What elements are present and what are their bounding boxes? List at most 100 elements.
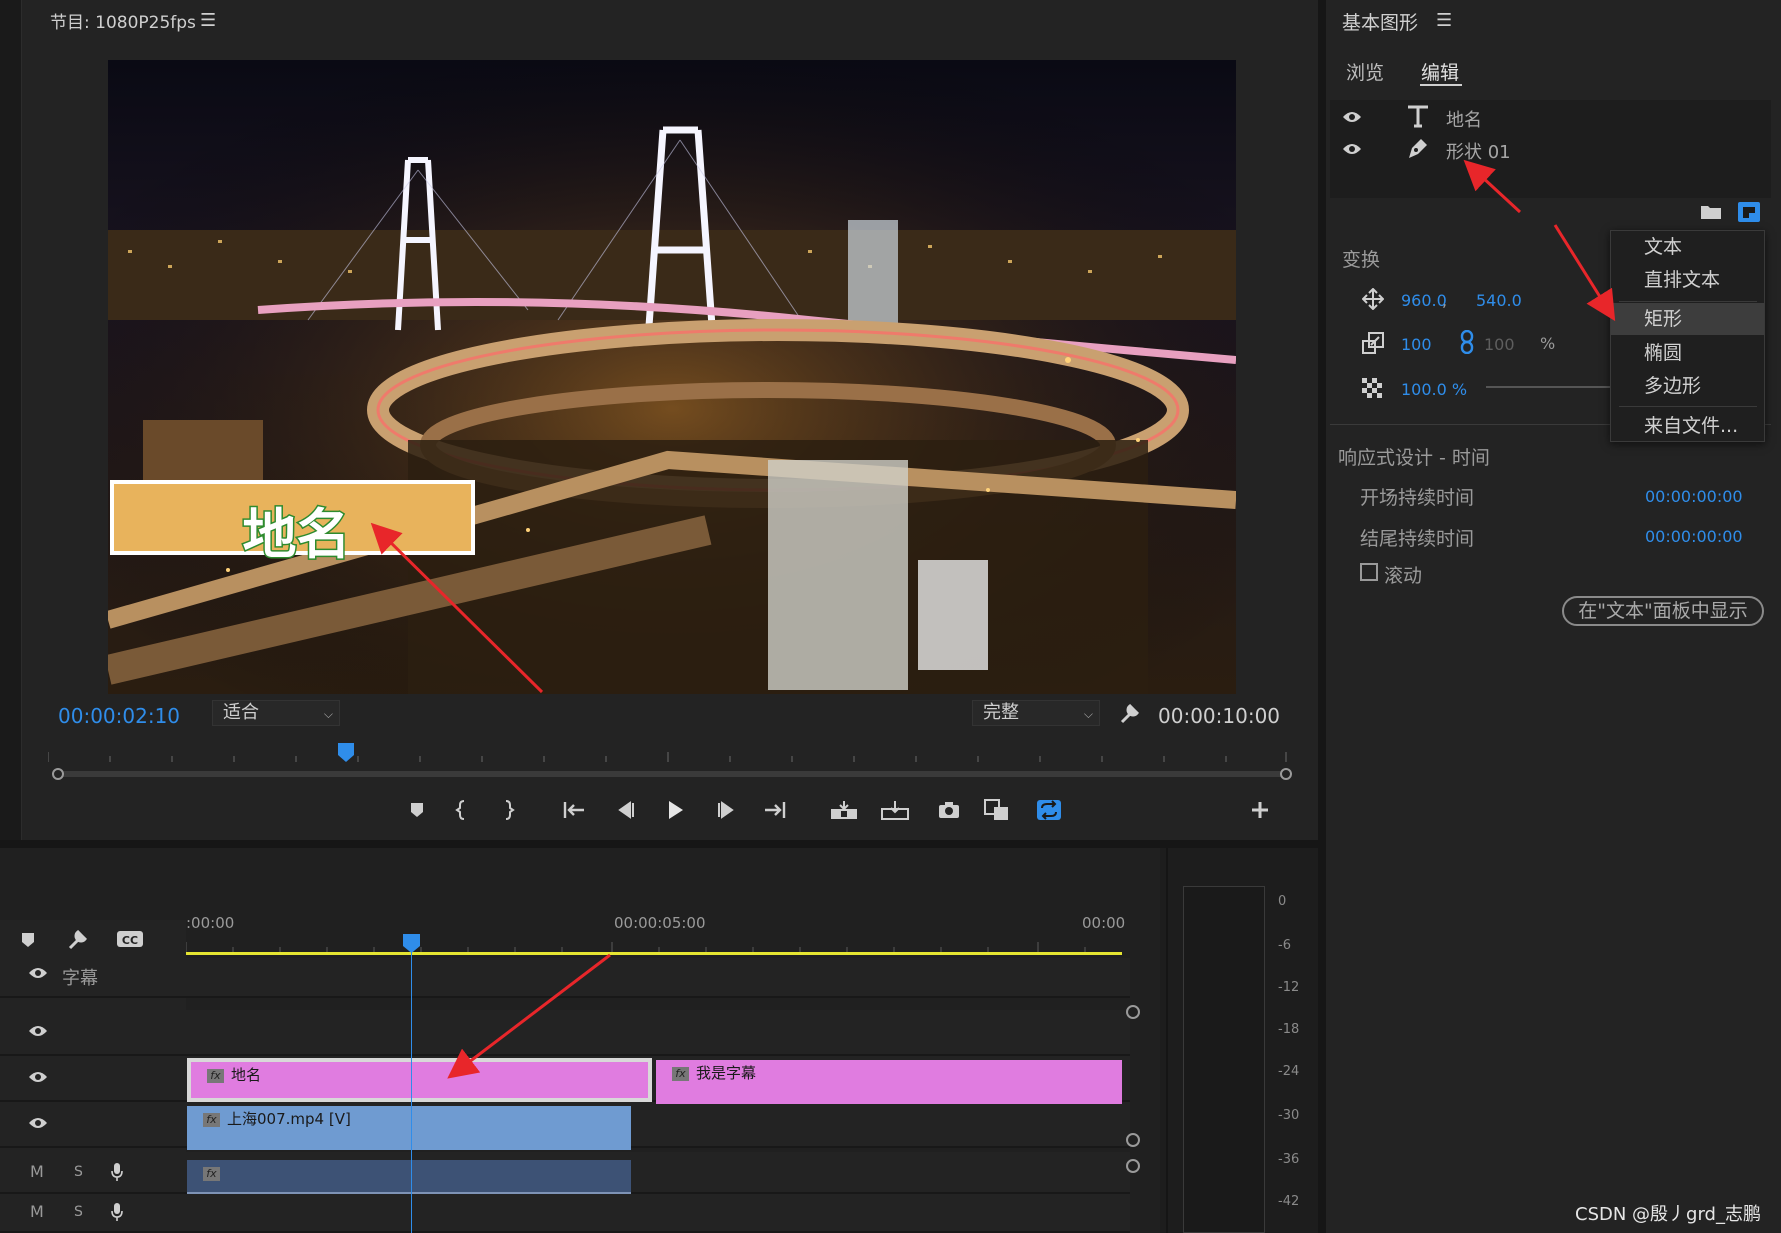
subtitle-clip[interactable]: fx 我是字幕: [656, 1060, 1122, 1104]
insert-button[interactable]: [829, 798, 859, 822]
go-to-out-icon: [765, 802, 786, 818]
timeline-settings-wrench-icon[interactable]: [66, 928, 90, 950]
monitor-time-ruler[interactable]: [48, 748, 1288, 762]
db-label: -42: [1278, 1194, 1300, 1209]
add-marker-icon[interactable]: [20, 932, 36, 948]
folder-icon[interactable]: [1700, 204, 1722, 220]
title-clip[interactable]: fx 地名: [187, 1058, 652, 1102]
menu-divider: [1619, 301, 1757, 302]
layer-item-text[interactable]: 地名: [1446, 106, 1482, 132]
scale-value[interactable]: 100: [1401, 335, 1432, 354]
lower-third-title[interactable]: 地名: [114, 490, 479, 569]
audio-clip[interactable]: fx: [187, 1160, 631, 1194]
scroll-handle[interactable]: [1126, 1159, 1140, 1173]
camera-icon: [939, 802, 959, 818]
position-x-value[interactable]: 960.0: [1401, 291, 1447, 310]
menu-item-text[interactable]: 文本: [1611, 231, 1764, 263]
db-label: -30: [1278, 1108, 1300, 1123]
current-timecode[interactable]: 00:00:02:10: [58, 704, 180, 728]
plus-icon: [1252, 802, 1268, 818]
go-to-in-icon: [563, 802, 584, 818]
essential-graphics-title[interactable]: 基本图形: [1342, 8, 1418, 35]
play-button[interactable]: [660, 798, 690, 822]
new-layer-menu: 文本 直排文本 矩形 椭圆 多边形 来自文件...: [1610, 230, 1765, 442]
export-frame-button[interactable]: [934, 798, 964, 822]
opacity-slider[interactable]: [1486, 386, 1614, 388]
program-monitor-title[interactable]: 节目: 1080P25fps: [50, 8, 196, 33]
eye-icon[interactable]: [28, 1024, 48, 1038]
microphone-icon[interactable]: [110, 1202, 124, 1222]
layer-item-shape[interactable]: 形状 01: [1446, 138, 1511, 164]
eye-icon[interactable]: [1342, 110, 1362, 124]
link-chain-icon[interactable]: [1460, 330, 1474, 354]
fx-badge-icon: fx: [203, 1167, 220, 1181]
mark-out-button[interactable]: [493, 798, 523, 822]
work-area-bar[interactable]: [186, 952, 1122, 955]
outro-duration-value[interactable]: 00:00:00:00: [1645, 527, 1743, 546]
comparison-view-button[interactable]: [982, 798, 1012, 822]
chevron-down-icon: ⌵: [1083, 707, 1093, 721]
panel-divider: [0, 840, 1318, 848]
monitor-playhead[interactable]: [338, 743, 354, 763]
settings-wrench-icon[interactable]: [1118, 702, 1142, 724]
playback-quality-dropdown[interactable]: 完整 ⌵: [972, 700, 1100, 726]
timeline-playhead[interactable]: [403, 934, 420, 954]
db-label: -6: [1278, 938, 1291, 953]
hamburger-menu-icon[interactable]: ☰: [200, 10, 216, 31]
opacity-value[interactable]: 100.0 %: [1401, 380, 1467, 399]
solo-button[interactable]: S: [74, 1164, 83, 1180]
scroll-handle[interactable]: [1126, 1005, 1140, 1019]
solo-button[interactable]: S: [74, 1204, 83, 1220]
fit-zoom-dropdown[interactable]: 适合 ⌵: [212, 700, 340, 726]
scale-icon: [1362, 332, 1384, 354]
menu-divider: [1619, 406, 1757, 407]
roll-checkbox[interactable]: [1360, 563, 1378, 581]
mute-button[interactable]: M: [30, 1162, 44, 1181]
ruler-label-start: :00:00: [186, 914, 235, 932]
microphone-icon[interactable]: [110, 1162, 124, 1182]
lower-third-graphic[interactable]: 地名: [110, 480, 475, 568]
captions-cc-icon[interactable]: CC: [116, 930, 144, 948]
menu-item-ellipse[interactable]: 椭圆: [1611, 337, 1764, 369]
menu-item-rectangle[interactable]: 矩形: [1611, 303, 1764, 335]
hamburger-menu-icon[interactable]: ☰: [1436, 10, 1452, 31]
position-y-value[interactable]: 540.0: [1476, 291, 1522, 310]
db-label: -36: [1278, 1152, 1300, 1167]
button-editor-button[interactable]: [1245, 798, 1275, 822]
mute-button[interactable]: M: [30, 1202, 44, 1221]
mark-out-icon: [505, 800, 515, 820]
go-to-out-button[interactable]: [760, 798, 790, 822]
position-move-icon: [1362, 288, 1384, 310]
new-layer-icon[interactable]: [1738, 202, 1760, 222]
eye-icon[interactable]: [28, 1116, 48, 1130]
eye-icon[interactable]: [28, 966, 48, 980]
audio-track-a2: M S: [0, 1194, 1130, 1233]
show-in-text-panel-button[interactable]: 在"文本"面板中显示: [1562, 596, 1764, 626]
tab-edit[interactable]: 编辑: [1421, 58, 1459, 85]
comparison-view-icon: [984, 799, 1008, 820]
mark-in-button[interactable]: [447, 798, 477, 822]
video-clip[interactable]: fx 上海007.mp4 [V]: [187, 1106, 631, 1150]
scroll-handle[interactable]: [1126, 1133, 1140, 1147]
zoom-scroll-bar[interactable]: [52, 768, 1292, 780]
step-back-button[interactable]: [610, 798, 640, 822]
scale-height-value: 100: [1484, 335, 1515, 354]
fx-badge-icon: fx: [203, 1113, 220, 1127]
eye-icon[interactable]: [1342, 142, 1362, 156]
menu-item-from-file[interactable]: 来自文件...: [1611, 410, 1764, 442]
add-marker-button[interactable]: [402, 798, 432, 822]
play-icon: [669, 801, 683, 819]
text-icon: [1406, 104, 1430, 128]
eye-icon[interactable]: [28, 1070, 48, 1084]
marker-icon: [411, 803, 423, 817]
menu-item-vertical-text[interactable]: 直排文本: [1611, 264, 1764, 296]
intro-duration-value[interactable]: 00:00:00:00: [1645, 487, 1743, 506]
go-to-in-button[interactable]: [559, 798, 589, 822]
loop-toggle-button[interactable]: [1034, 798, 1064, 822]
overwrite-button[interactable]: [880, 798, 910, 822]
tab-browse[interactable]: 浏览: [1346, 58, 1384, 85]
svg-text:CC: CC: [122, 934, 138, 947]
step-forward-button[interactable]: [712, 798, 742, 822]
insert-icon: [831, 801, 857, 819]
menu-item-polygon[interactable]: 多边形: [1611, 370, 1764, 402]
